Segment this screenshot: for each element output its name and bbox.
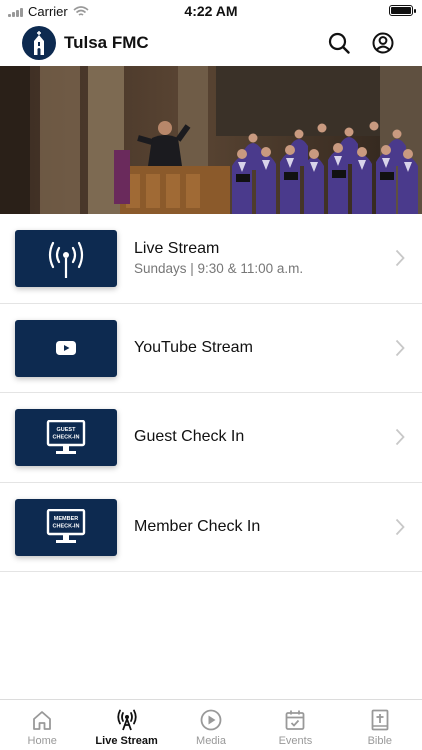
- list-item-title: Live Stream: [134, 240, 220, 258]
- tab-events[interactable]: Events: [253, 700, 337, 750]
- list-item-title: YouTube Stream: [134, 338, 253, 356]
- chevron-right-icon: [395, 249, 405, 267]
- monitor-icon: GUEST CHECK-IN: [46, 419, 86, 454]
- youtube-stream-thumbnail: [15, 319, 117, 377]
- tab-bar: Home Live Stream Media Events Bible: [0, 699, 422, 750]
- tab-label: Bible: [367, 735, 393, 747]
- monitor-screen-text-line-1: GUEST: [57, 427, 77, 433]
- list-item-text: Live Stream Sundays | 9:30 & 11:00 a.m.: [134, 214, 303, 303]
- list-item-guest-check-in[interactable]: GUEST CHECK-IN Guest Check In: [0, 393, 422, 483]
- tab-home[interactable]: Home: [0, 700, 84, 750]
- monitor-icon: MEMBER CHECK-IN: [46, 509, 86, 543]
- list-item-member-check-in[interactable]: MEMBER CHECK-IN Member Check In: [0, 483, 422, 572]
- tab-bible[interactable]: Bible: [338, 700, 422, 750]
- church-logo-icon: [22, 26, 56, 60]
- status-bar: Carrier 4:22 AM: [0, 0, 422, 22]
- live-stream-thumbnail: [15, 230, 117, 287]
- search-button[interactable]: [326, 30, 352, 56]
- list-item-text: YouTube Stream: [134, 304, 253, 393]
- account-button[interactable]: [370, 30, 396, 56]
- list-item-title: Member Check In: [134, 517, 261, 535]
- monitor-screen-text-line-1: MEMBER: [54, 516, 78, 522]
- list-item-live-stream[interactable]: Live Stream Sundays | 9:30 & 11:00 a.m.: [0, 214, 422, 304]
- home-icon: [33, 711, 52, 730]
- broadcast-tower-icon: [116, 709, 137, 731]
- tab-label: Events: [278, 735, 313, 747]
- search-icon: [328, 32, 350, 54]
- calendar-check-icon: [286, 710, 305, 730]
- list-item-title: Guest Check In: [134, 428, 245, 446]
- bible-icon: [371, 709, 389, 731]
- status-time: 4:22 AM: [184, 3, 238, 19]
- list-item-youtube-stream[interactable]: YouTube Stream: [0, 304, 422, 393]
- tab-label: Home: [27, 735, 57, 747]
- user-circle-icon: [372, 32, 394, 54]
- stream-options-list: Live Stream Sundays | 9:30 & 11:00 a.m. …: [0, 214, 422, 572]
- tab-label: Media: [196, 735, 226, 747]
- member-check-in-thumbnail: MEMBER CHECK-IN: [15, 498, 117, 556]
- chevron-right-icon: [395, 339, 405, 356]
- chevron-right-icon: [395, 518, 405, 535]
- youtube-play-icon: [56, 341, 76, 355]
- battery-icon: [389, 5, 416, 16]
- monitor-screen-text-line-2: CHECK-IN: [53, 434, 80, 440]
- list-item-subtitle: Sundays | 9:30 & 11:00 a.m.: [134, 261, 304, 277]
- list-item-text: Member Check In: [134, 483, 260, 572]
- tab-media[interactable]: Media: [169, 700, 253, 750]
- hero-image: [0, 66, 422, 214]
- guest-check-in-thumbnail: GUEST CHECK-IN: [15, 409, 117, 466]
- play-circle-icon: [200, 709, 222, 731]
- tab-label: Live Stream: [95, 735, 158, 747]
- app-header: Tulsa FMC: [0, 22, 422, 66]
- chevron-right-icon: [395, 428, 405, 446]
- monitor-screen-text-line-2: CHECK-IN: [53, 524, 80, 530]
- list-item-text: Guest Check In: [134, 393, 244, 482]
- broadcast-tower-icon: [48, 241, 84, 278]
- tab-live-stream[interactable]: Live Stream: [84, 700, 168, 750]
- app-title: Tulsa FMC: [64, 33, 149, 52]
